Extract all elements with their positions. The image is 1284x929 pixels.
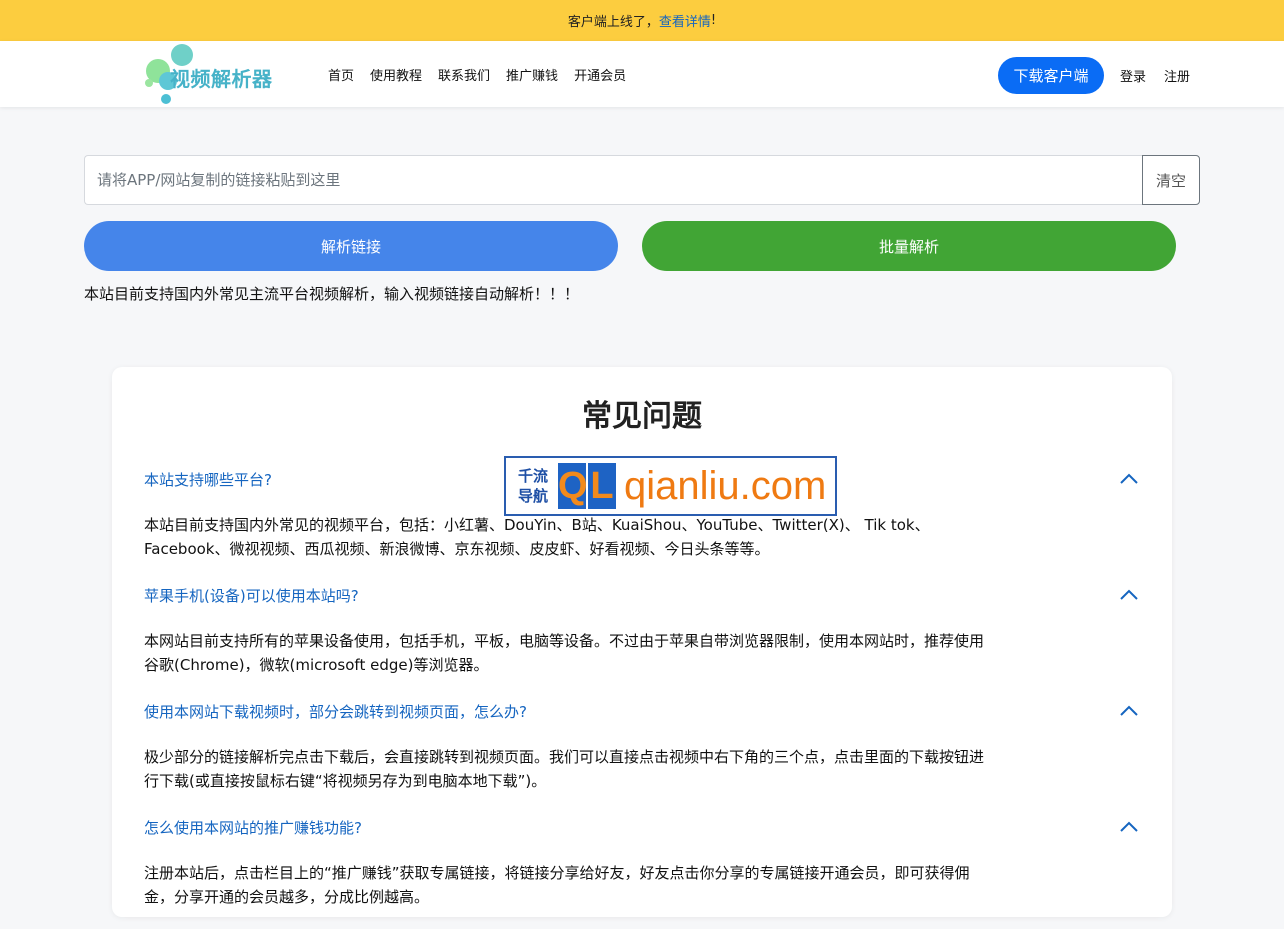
faq-question-text: 苹果手机(设备)可以使用本站吗? [144, 586, 359, 605]
support-note: 本站目前支持国内外常见主流平台视频解析，输入视频链接自动解析！！！ [84, 285, 580, 303]
chevron-up-icon [1120, 705, 1138, 716]
chevron-up-icon [1120, 821, 1138, 832]
video-url-input[interactable] [84, 155, 1143, 205]
watermark-letter-l: L [588, 463, 616, 509]
nav-promote[interactable]: 推广赚钱 [506, 65, 558, 84]
chevron-up-icon [1120, 473, 1138, 484]
watermark-cn: 千流 导航 [510, 466, 556, 506]
clear-button[interactable]: 清空 [1142, 155, 1200, 205]
nav-contact[interactable]: 联系我们 [438, 65, 490, 84]
faq-question-4[interactable]: 怎么使用本网站的推广赚钱功能? [144, 813, 1140, 841]
register-link[interactable]: 注册 [1164, 66, 1190, 85]
nav-membership[interactable]: 开通会员 [574, 65, 626, 84]
faq-question-3[interactable]: 使用本网站下载视频时，部分会跳转到视频页面，怎么办? [144, 697, 1140, 725]
faq-question-2[interactable]: 苹果手机(设备)可以使用本站吗? [144, 581, 1140, 609]
site-logo[interactable]: 视频解析器 [142, 41, 292, 107]
watermark-domain: qianliu.com [624, 463, 827, 508]
watermark-cn-top: 千流 [517, 467, 548, 485]
main-nav: 首页 使用教程 联系我们 推广赚钱 开通会员 [328, 65, 626, 84]
navbar: 视频解析器 首页 使用教程 联系我们 推广赚钱 开通会员 下载客户端 登录 注册 [0, 41, 1284, 107]
announcement-details-link[interactable]: 查看详情 [659, 11, 711, 30]
faq-answer-4: 注册本站后，点击栏目上的“推广赚钱”获取专属链接，将链接分享给好友，好友点击你分… [144, 864, 970, 906]
batch-parse-button[interactable]: 批量解析 [642, 221, 1176, 271]
announcement-text: 客户端上线了， [567, 15, 659, 30]
logo-text: 视频解析器 [170, 67, 273, 91]
chevron-up-icon [1120, 589, 1138, 600]
announcement-suffix: ! [710, 13, 717, 28]
faq-answer-1: 本站目前支持国内外常见的视频平台，包括：小红薯、DouYin、B站、KuaiSh… [144, 516, 930, 558]
watermark-cn-bottom: 导航 [517, 487, 548, 505]
faq-answer-3: 极少部分的链接解析完点击下载后，会直接跳转到视频页面。我们可以直接点击视频中右下… [144, 748, 985, 790]
faq-question-text: 怎么使用本网站的推广赚钱功能? [144, 818, 362, 837]
watermark-logo: 千流 导航 Q L qianliu.com [504, 456, 837, 516]
nav-tutorial[interactable]: 使用教程 [370, 65, 422, 84]
watermark-letter-q: Q [558, 463, 588, 509]
faq-card: 常见问题 本站支持哪些平台? 本站目前支持国内外常见的视频平台，包括：小红薯、D… [112, 367, 1172, 917]
login-link[interactable]: 登录 [1120, 66, 1146, 85]
download-client-button[interactable]: 下载客户端 [998, 57, 1104, 94]
announcement-bar: 客户端上线了， 查看详情 ! [0, 0, 1284, 41]
watermark-ql: Q L [558, 463, 618, 509]
faq-title: 常见问题 [582, 399, 702, 434]
faq-answer-2: 本网站目前支持所有的苹果设备使用，包括手机，平板，电脑等设备。不过由于苹果自带浏… [144, 632, 985, 674]
nav-home[interactable]: 首页 [328, 65, 354, 84]
faq-question-text: 本站支持哪些平台? [144, 470, 272, 489]
faq-question-text: 使用本网站下载视频时，部分会跳转到视频页面，怎么办? [144, 702, 527, 721]
parse-link-button[interactable]: 解析链接 [84, 221, 618, 271]
